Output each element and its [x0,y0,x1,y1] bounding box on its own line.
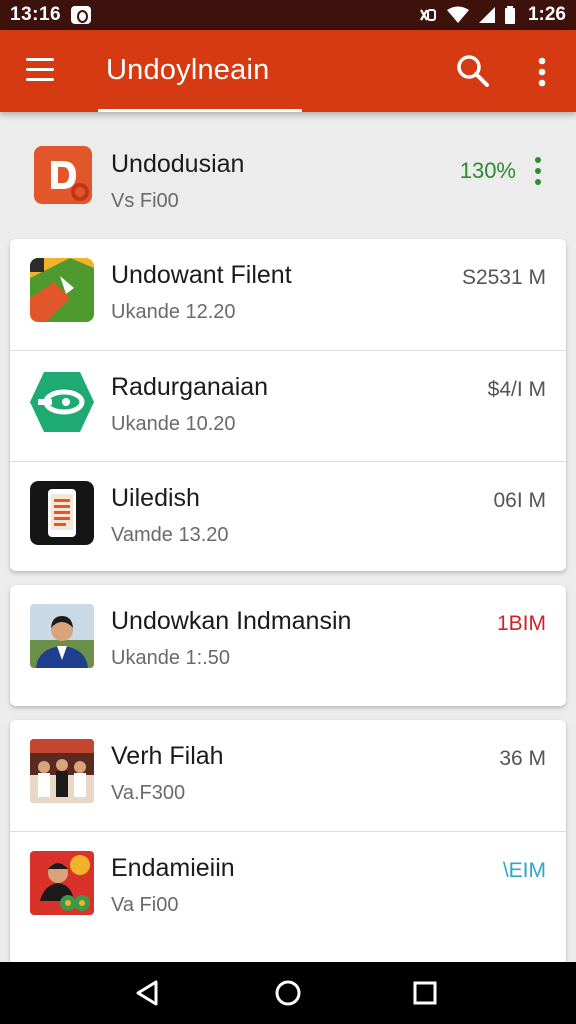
app-bar: Undoylneain [0,30,576,112]
app-card-3: Verh Filah Va.F300 36 M Endamieiin Va Fi… [10,720,566,970]
status-clock: 1:26 [527,4,566,25]
list-item[interactable]: Undowant Filent Ukande 12.20 S2531 M [10,239,566,350]
item-subtitle: Ukande 1:.50 [111,647,230,669]
search-icon[interactable] [456,54,490,88]
home-icon[interactable] [274,979,302,1007]
character-art-icon [30,851,94,915]
status-time: 13:16 [10,4,62,25]
item-subtitle: Va.F300 [111,782,186,804]
green-eye-icon [30,370,94,434]
app-card-2: Undowkan Indmansin Ukande 1:.50 1BIM [10,585,566,706]
group-photo-icon [30,739,94,803]
phone-document-icon [30,481,94,545]
list-item[interactable]: Radurganaian Ukande 10.20 $4/I M [10,350,566,461]
item-title: Verh Filah [111,742,224,770]
signal-icon [478,7,495,23]
battery-icon [504,6,515,24]
app-logo-d-icon [34,146,92,204]
header-item-title: Undodusian [111,150,245,178]
item-size: 1BIM [496,612,546,635]
status-icons: 1:26 [418,4,566,26]
menu-button[interactable] [26,58,54,82]
item-subtitle: Ukande 12.20 [111,301,236,323]
item-size: S2531 M [461,266,546,289]
notification-icon [71,6,92,24]
more-vert-icon[interactable] [528,54,556,90]
item-size: 36 M [499,747,546,770]
item-size: $4/I M [487,378,546,401]
tab-indicator [98,109,302,112]
app-card-1: Undowant Filent Ukande 12.20 S2531 M Rad… [10,239,566,571]
item-size: \EIM [502,859,546,882]
recents-icon[interactable] [411,979,439,1007]
vibrate-icon [420,9,436,21]
more-vert-icon[interactable] [532,156,544,186]
menu-icon [26,58,54,61]
back-icon[interactable] [134,979,162,1007]
list-item[interactable]: Endamieiin Va Fi00 \EIM [10,831,566,942]
wifi-icon [446,6,469,23]
item-title: Endamieiin [111,854,235,882]
header-item-subtitle: Vs Fi00 [111,190,179,212]
item-title: Radurganaian [111,373,269,401]
list-item[interactable]: Verh Filah Va.F300 36 M [10,720,566,831]
status-bar: 13:16 1:26 [0,0,576,30]
item-subtitle: Vamde 13.20 [111,524,229,546]
list-item[interactable]: Undowkan Indmansin Ukande 1:.50 1BIM [10,585,566,696]
game-map-icon [30,258,94,322]
item-title: Undowant Filent [111,261,292,289]
header-item-percent: 130% [459,158,516,183]
item-size: 06I M [493,489,546,512]
item-title: Uiledish [111,484,200,512]
app-title[interactable]: Undoylneain [106,54,269,87]
header-item[interactable]: Undodusian Vs Fi00 130% [0,124,576,232]
person-photo-icon [30,604,94,668]
item-title: Undowkan Indmansin [111,607,352,635]
system-nav-bar [0,962,576,1024]
item-subtitle: Va Fi00 [111,894,179,916]
item-subtitle: Ukande 10.20 [111,413,236,435]
list-item[interactable]: Uiledish Vamde 13.20 06I M [10,461,566,571]
